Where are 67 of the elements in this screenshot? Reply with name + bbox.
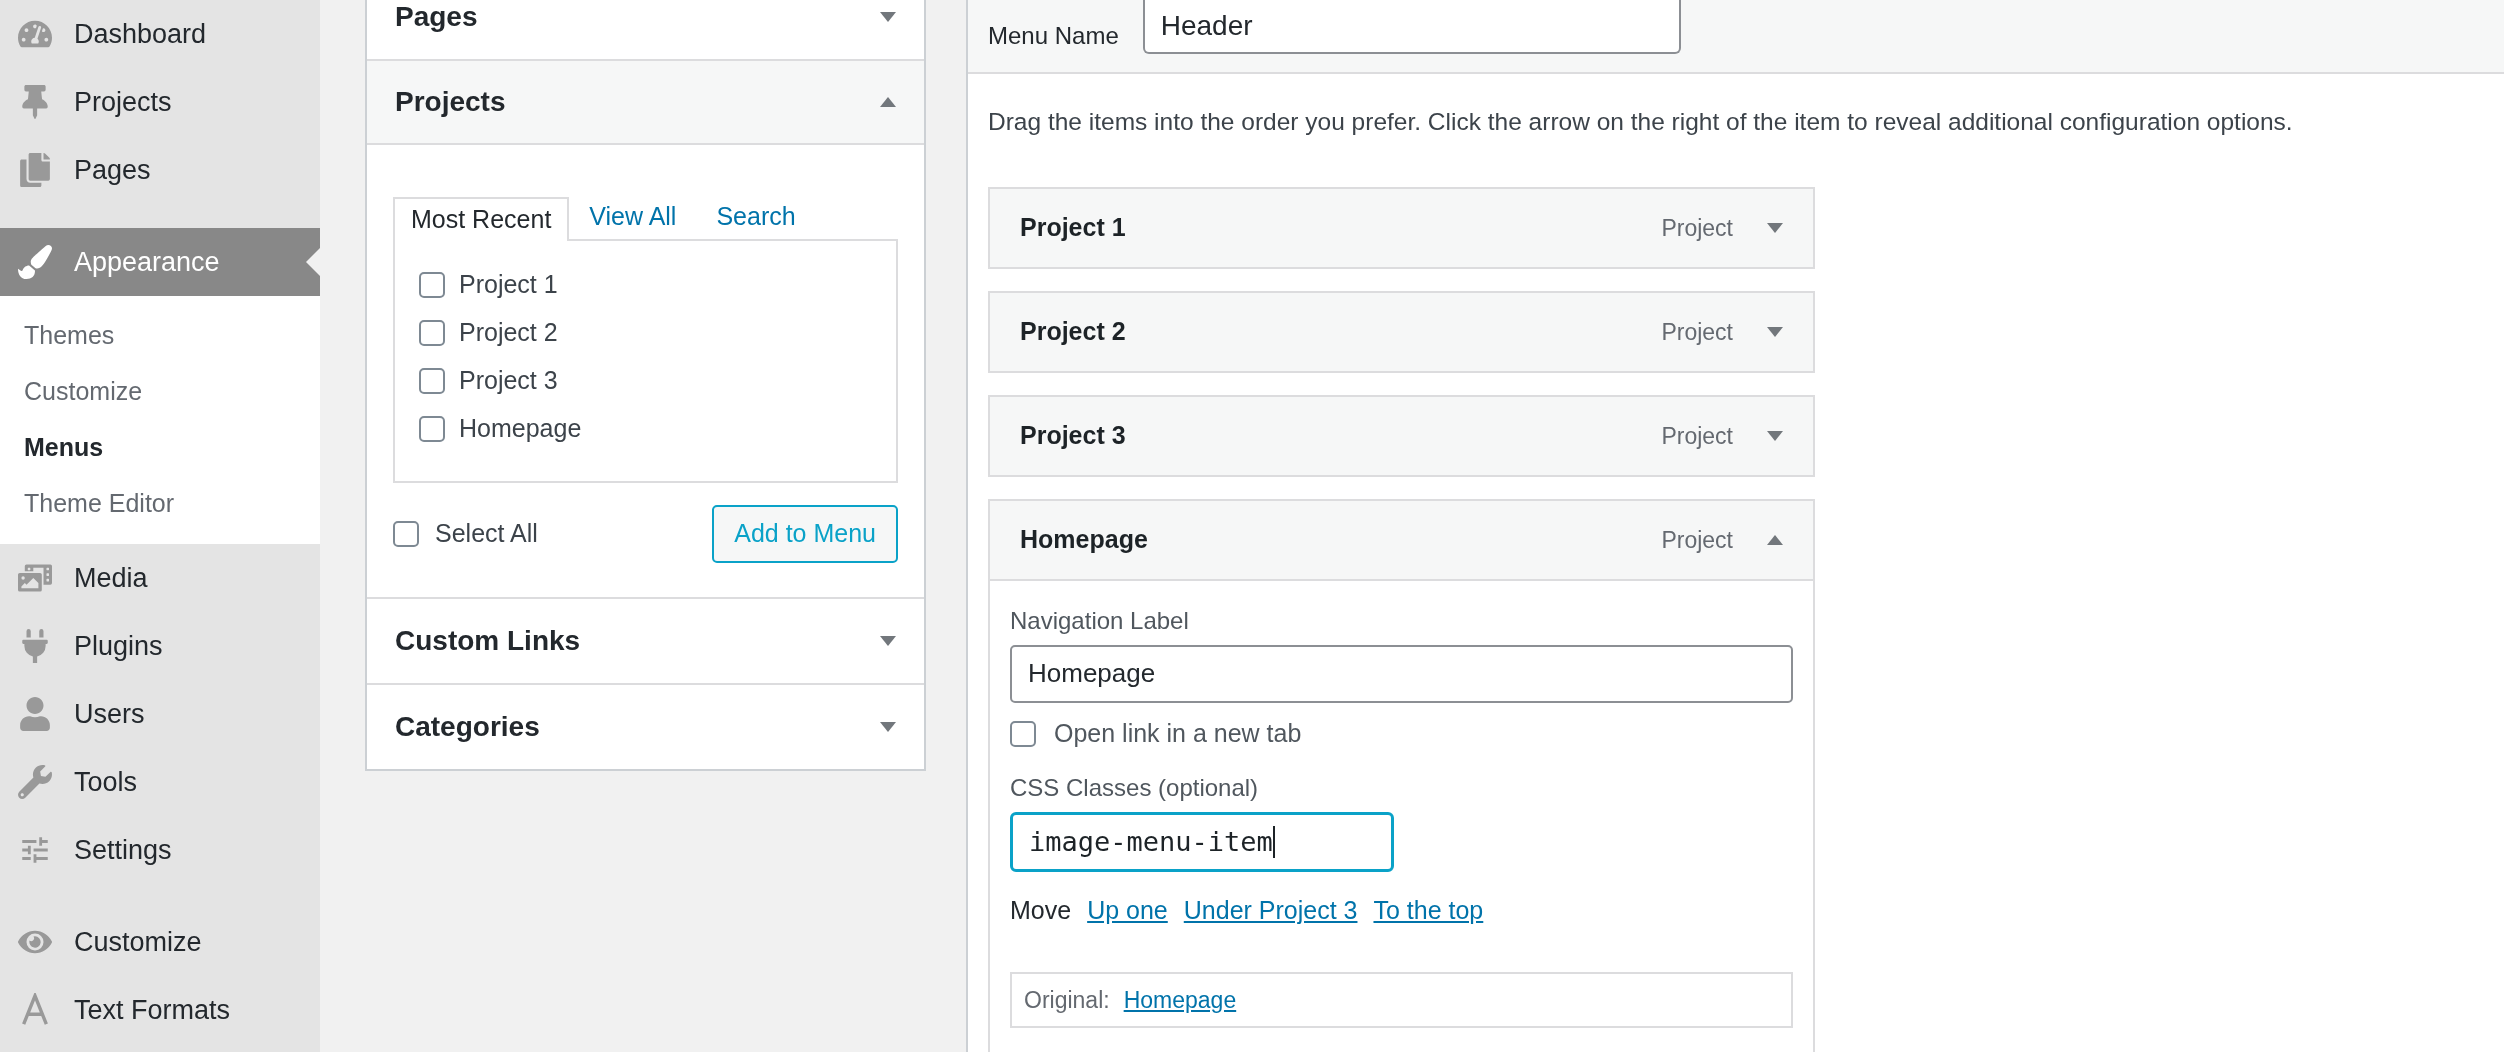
- sidebar-item[interactable]: Dashboard: [0, 0, 320, 68]
- section-header[interactable]: Projects: [367, 61, 924, 145]
- checkbox[interactable]: [393, 521, 419, 547]
- tab[interactable]: Most Recent: [393, 197, 570, 241]
- caret-down-icon[interactable]: [1767, 326, 1783, 337]
- instructions-text: Drag the items into the order you prefer. Click the arrow on the right of the item to reveal additional configuration options.: [988, 107, 2294, 137]
- original-link[interactable]: Homepage: [1123, 982, 1237, 1017]
- checkbox-label: Select All: [435, 518, 538, 550]
- submenu-link[interactable]: Theme Editor: [0, 476, 320, 532]
- move-link[interactable]: Up one: [1087, 892, 1168, 930]
- caret-down-icon[interactable]: [1767, 222, 1783, 233]
- sidebar-item[interactable]: Plugins: [0, 612, 320, 680]
- field-label: CSS Classes (optional): [1010, 773, 1260, 804]
- checkbox-label: Open link in a new tab: [1054, 717, 1302, 749]
- checkbox[interactable]: [419, 271, 445, 298]
- pages-icon: [18, 153, 52, 187]
- item-type-label: Project: [1661, 317, 1733, 347]
- tab[interactable]: Search: [700, 195, 812, 239]
- menu-item-bar[interactable]: Project 3 Project: [988, 394, 1815, 477]
- checkbox-label: Homepage: [459, 412, 582, 444]
- caret-up-icon[interactable]: [880, 97, 896, 107]
- checkbox[interactable]: [419, 367, 445, 394]
- checkbox-label: Project 3: [459, 364, 558, 396]
- item-type-label: Project: [1661, 525, 1733, 555]
- checkbox-label: Project 1: [459, 268, 558, 300]
- menu-name-label: Menu Name: [988, 21, 1119, 51]
- sidebar-item[interactable]: Appearance: [0, 228, 320, 296]
- menu-item-bar[interactable]: Homepage Project: [988, 498, 1815, 581]
- sidebar-item[interactable]: Media: [0, 544, 320, 612]
- caret-down-icon[interactable]: [880, 722, 896, 732]
- field-label: Navigation Label: [1010, 605, 1190, 636]
- sidebar-item[interactable]: Tools: [0, 748, 320, 816]
- text-cursor: [1272, 826, 1275, 859]
- move-link[interactable]: Under Project 3: [1183, 892, 1358, 930]
- original-label: Original:: [1024, 985, 1110, 1015]
- sidebar-item[interactable]: Text Formats: [0, 976, 320, 1044]
- checkbox[interactable]: [1010, 720, 1036, 747]
- tab[interactable]: View All: [573, 195, 693, 239]
- submenu-link[interactable]: Customize: [0, 364, 320, 420]
- menu-name-field[interactable]: Header: [1142, 0, 1681, 54]
- menu-item-bar[interactable]: Project 1 Project: [988, 186, 1815, 269]
- wrench-icon: [18, 765, 52, 799]
- move-label: Move: [1010, 895, 1072, 927]
- item-type-label: Project: [1661, 213, 1733, 243]
- css-classes-field[interactable]: image-menu-item: [1010, 812, 1394, 873]
- caret-up-icon[interactable]: [1767, 534, 1783, 545]
- move-link[interactable]: To the top: [1373, 892, 1484, 930]
- item-type-label: Project: [1661, 421, 1733, 451]
- checkbox[interactable]: [419, 415, 445, 442]
- sidebar-item[interactable]: Projects: [0, 68, 320, 136]
- checkbox-label: Project 2: [459, 316, 558, 348]
- caret-down-icon[interactable]: [880, 12, 896, 22]
- caret-down-icon[interactable]: [1767, 430, 1783, 441]
- menu-item-bar[interactable]: Project 2 Project: [988, 290, 1815, 373]
- submenu-link[interactable]: Themes: [0, 308, 320, 364]
- current-pointer: [306, 248, 320, 276]
- user-icon: [18, 697, 52, 731]
- checkbox[interactable]: [419, 319, 445, 346]
- navigation-label-field[interactable]: Homepage: [1010, 644, 1793, 703]
- media-icon: [18, 561, 52, 595]
- sidebar-item[interactable]: Customize: [0, 908, 320, 976]
- sidebar-item[interactable]: Users: [0, 680, 320, 748]
- submenu-link[interactable]: Menus: [0, 420, 320, 476]
- sidebar-item[interactable]: Pages: [0, 136, 320, 204]
- sidebar-item[interactable]: Settings: [0, 816, 320, 884]
- paintbrush-icon: [18, 245, 52, 279]
- caret-down-icon[interactable]: [880, 636, 896, 646]
